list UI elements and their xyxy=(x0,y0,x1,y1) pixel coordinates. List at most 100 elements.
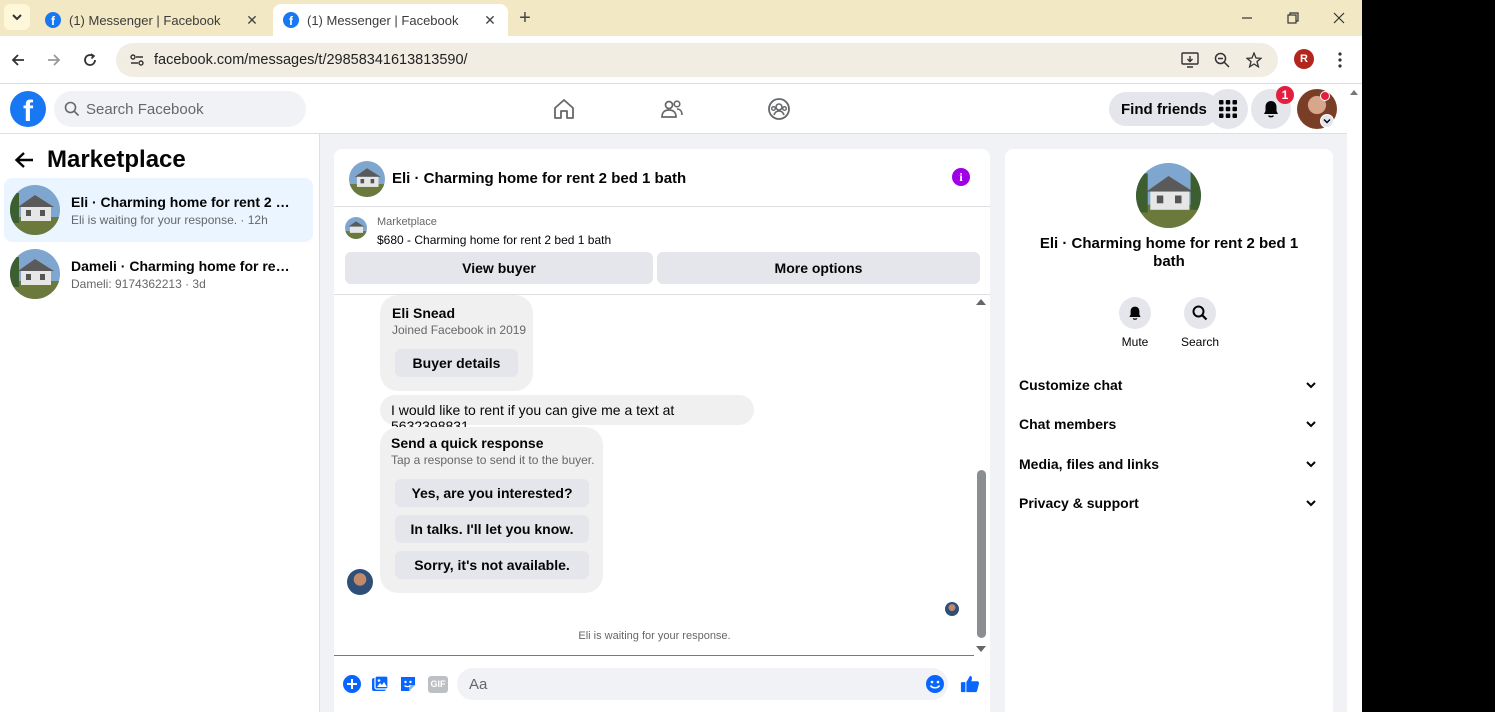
facebook-favicon-icon: f xyxy=(283,12,299,28)
chat-header: Eli · Charming home for rent 2 bed 1 bat… xyxy=(334,149,990,207)
conversation-item-dameli[interactable]: Dameli · Charming home for rent 2 bed 1 … xyxy=(4,242,313,306)
browser-profile-avatar[interactable]: R xyxy=(1294,49,1314,69)
section-privacy-support[interactable]: Privacy & support xyxy=(1013,485,1325,521)
site-settings-icon[interactable] xyxy=(122,52,152,68)
chevron-down-icon xyxy=(1301,414,1321,434)
quick-response-card: Send a quick response Tap a response to … xyxy=(380,427,603,593)
scroll-up-arrow-icon[interactable] xyxy=(1350,90,1358,95)
back-arrow-icon[interactable] xyxy=(12,148,36,172)
menu-button[interactable] xyxy=(1208,89,1248,129)
house-thumbnail xyxy=(10,249,60,299)
facebook-logo[interactable]: f xyxy=(10,91,46,127)
chevron-down-icon xyxy=(1301,493,1321,513)
message-list[interactable]: Eli Snead Joined Facebook in 2019 Buyer … xyxy=(334,295,990,655)
url-text[interactable]: facebook.com/messages/t/2985834161381359… xyxy=(154,52,468,68)
arrow-left-icon xyxy=(11,54,24,66)
browser-menu-button[interactable] xyxy=(1330,48,1350,72)
listing-strip: Marketplace $680 - Charming home for ren… xyxy=(334,207,990,295)
forward-button[interactable] xyxy=(40,46,68,74)
find-friends-button[interactable]: Find friends xyxy=(1109,92,1219,126)
groups-nav-icon[interactable] xyxy=(766,96,792,122)
arrow-right-icon xyxy=(48,54,61,66)
section-customize-chat[interactable]: Customize chat xyxy=(1013,367,1325,403)
mute-label: Mute xyxy=(1121,335,1149,349)
facebook-search[interactable] xyxy=(54,91,306,127)
info-title: Eli · Charming home for rent 2 bed 1 bat… xyxy=(1039,235,1299,270)
sticker-icon[interactable] xyxy=(398,674,418,694)
screen-background xyxy=(1362,0,1495,712)
chat-house-thumbnail[interactable] xyxy=(349,161,385,197)
account-chevron-icon[interactable] xyxy=(1320,114,1334,128)
conversation-info-icon[interactable]: i xyxy=(952,168,970,186)
view-buyer-button[interactable]: View buyer xyxy=(345,252,653,284)
section-label: Media, files and links xyxy=(1019,456,1160,472)
emoji-icon[interactable] xyxy=(925,674,945,694)
chat-title[interactable]: Eli · Charming home for rent 2 bed 1 bat… xyxy=(392,170,686,187)
mute-action[interactable]: Mute xyxy=(1105,297,1165,349)
home-nav-icon[interactable] xyxy=(551,96,577,122)
close-tab-icon[interactable]: ✕ xyxy=(244,12,260,28)
conversation-item-eli[interactable]: Eli · Charming home for rent 2 bed 1 bat… xyxy=(4,178,313,242)
buyer-joined: Joined Facebook in 2019 xyxy=(392,323,527,337)
scroll-thumb[interactable] xyxy=(977,470,986,638)
like-thumbs-up-icon[interactable] xyxy=(960,674,980,694)
more-vertical-icon xyxy=(1338,52,1342,68)
search-action[interactable]: Search xyxy=(1170,297,1230,349)
buyer-name: Eli Snead xyxy=(392,305,456,321)
marketplace-sidebar: Marketplace Eli · Charming home for rent… xyxy=(0,134,320,712)
gif-icon[interactable]: GIF xyxy=(427,674,449,694)
restore-button[interactable] xyxy=(1270,0,1316,36)
section-label: Customize chat xyxy=(1019,377,1123,393)
search-icon[interactable] xyxy=(1184,297,1216,329)
conversation-preview: Dameli: 9174362213 · 3d xyxy=(71,276,206,291)
page-scrollbar[interactable] xyxy=(1347,84,1362,712)
new-tab-button[interactable]: + xyxy=(512,6,538,30)
chevron-down-icon xyxy=(12,14,22,21)
message-input[interactable] xyxy=(469,675,909,693)
sidebar-title: Marketplace xyxy=(47,146,186,173)
zoom-icon[interactable] xyxy=(1211,50,1233,70)
minimize-button[interactable] xyxy=(1224,0,1270,36)
bell-icon xyxy=(1264,101,1278,118)
section-chat-members[interactable]: Chat members xyxy=(1013,406,1325,442)
scroll-up-arrow-icon[interactable] xyxy=(976,299,986,305)
quick-response-option-1[interactable]: Yes, are you interested? xyxy=(395,479,589,507)
more-actions-plus-icon[interactable] xyxy=(342,674,362,694)
tab-search-dropdown[interactable] xyxy=(4,4,30,30)
bell-icon[interactable] xyxy=(1119,297,1151,329)
tab-strip: f (1) Messenger | Facebook ✕ f (1) Messe… xyxy=(0,0,1362,36)
listing-price-title[interactable]: $680 - Charming home for rent 2 bed 1 ba… xyxy=(377,233,611,247)
attach-photo-icon[interactable] xyxy=(370,674,390,694)
bookmark-star-icon[interactable] xyxy=(1243,50,1265,70)
chat-panel: Eli · Charming home for rent 2 bed 1 bat… xyxy=(334,149,990,712)
browser-tab-2[interactable]: f (1) Messenger | Facebook ✕ xyxy=(273,4,508,36)
close-window-button[interactable] xyxy=(1316,0,1362,36)
info-house-thumbnail[interactable] xyxy=(1136,163,1201,228)
browser-tab-1[interactable]: f (1) Messenger | Facebook ✕ xyxy=(35,4,270,36)
quick-response-option-3[interactable]: Sorry, it's not available. xyxy=(395,551,589,579)
sender-avatar[interactable] xyxy=(347,569,373,595)
message-input-wrapper[interactable] xyxy=(457,668,948,700)
friends-nav-icon[interactable] xyxy=(659,96,685,122)
search-input[interactable] xyxy=(86,100,286,118)
reload-button[interactable] xyxy=(76,46,104,74)
quick-response-subtitle: Tap a response to send it to the buyer. xyxy=(391,453,595,467)
waiting-status-text: Eli is waiting for your response. xyxy=(578,630,731,642)
buyer-details-button[interactable]: Buyer details xyxy=(395,349,518,377)
section-media-files-links[interactable]: Media, files and links xyxy=(1013,446,1325,482)
listing-thumbnail[interactable] xyxy=(345,217,367,239)
close-tab-icon[interactable]: ✕ xyxy=(482,12,498,28)
quick-response-option-2[interactable]: In talks. I'll let you know. xyxy=(395,515,589,543)
minimize-icon xyxy=(1242,17,1252,19)
scroll-down-arrow-icon[interactable] xyxy=(976,646,986,652)
more-options-button[interactable]: More options xyxy=(657,252,980,284)
back-button[interactable] xyxy=(4,46,32,74)
seen-indicator-avatar xyxy=(945,602,959,616)
install-app-icon[interactable] xyxy=(1179,50,1201,70)
search-label: Search xyxy=(1180,335,1220,349)
quick-response-title: Send a quick response xyxy=(391,435,544,451)
gif-label: GIF xyxy=(428,675,448,693)
address-bar[interactable]: facebook.com/messages/t/2985834161381359… xyxy=(116,43,1278,77)
section-label: Privacy & support xyxy=(1019,495,1139,511)
message-bubble: I would like to rent if you can give me … xyxy=(380,395,754,434)
